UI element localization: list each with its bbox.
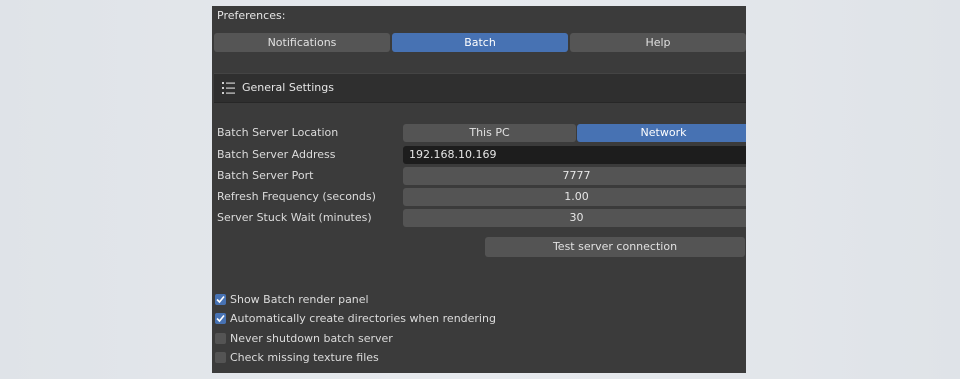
- checkbox-label: Automatically create directories when re…: [230, 311, 496, 325]
- tab-bar: Notifications Batch Help: [214, 33, 746, 52]
- refresh-label: Refresh Frequency (seconds): [217, 190, 376, 203]
- tab-help[interactable]: Help: [570, 33, 746, 52]
- port-label: Batch Server Port: [217, 169, 314, 182]
- option-network[interactable]: Network: [577, 124, 746, 142]
- checkbox-unchecked-icon[interactable]: [215, 332, 226, 344]
- checkbox-show-panel[interactable]: Show Batch render panel: [215, 292, 369, 306]
- section-label: General Settings: [242, 81, 334, 94]
- panel-title: Preferences:: [217, 9, 286, 22]
- option-this-pc[interactable]: This PC: [403, 124, 576, 142]
- test-connection-button[interactable]: Test server connection: [485, 237, 745, 257]
- checkbox-missing-textures[interactable]: Check missing texture files: [215, 350, 379, 364]
- location-selector: This PC Network: [403, 124, 746, 142]
- location-label: Batch Server Location: [217, 126, 339, 139]
- tab-batch[interactable]: Batch: [392, 33, 568, 52]
- address-input[interactable]: 192.168.10.169: [403, 146, 746, 164]
- checkbox-label: Check missing texture files: [230, 350, 379, 364]
- address-label: Batch Server Address: [217, 148, 336, 161]
- checkbox-label: Show Batch render panel: [230, 292, 369, 306]
- checkbox-checked-icon[interactable]: [215, 293, 226, 305]
- checkbox-unchecked-icon[interactable]: [215, 351, 226, 363]
- stuck-wait-label: Server Stuck Wait (minutes): [217, 211, 372, 224]
- checkbox-auto-dirs[interactable]: Automatically create directories when re…: [215, 311, 496, 325]
- tab-notifications[interactable]: Notifications: [214, 33, 390, 52]
- general-settings-header[interactable]: General Settings: [214, 73, 746, 103]
- port-field[interactable]: 7777: [403, 167, 746, 185]
- checkbox-checked-icon[interactable]: [215, 312, 226, 324]
- stuck-wait-field[interactable]: 30: [403, 209, 746, 227]
- preferences-panel: Preferences: Notifications Batch Help Ge…: [212, 6, 746, 373]
- checkbox-never-shutdown[interactable]: Never shutdown batch server: [215, 331, 393, 345]
- list-icon: [222, 82, 235, 94]
- refresh-field[interactable]: 1.00: [403, 188, 746, 206]
- checkbox-label: Never shutdown batch server: [230, 331, 393, 345]
